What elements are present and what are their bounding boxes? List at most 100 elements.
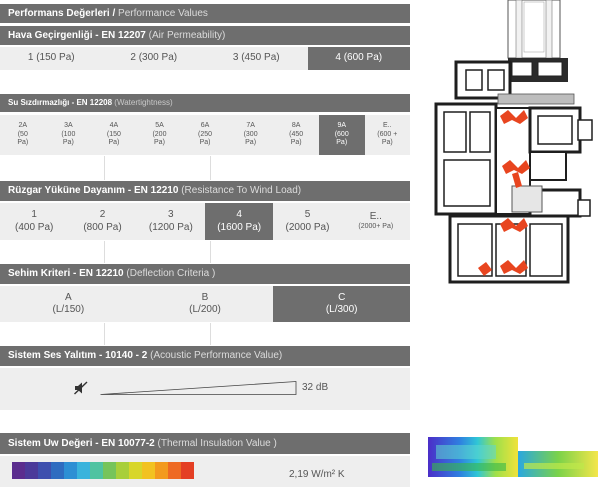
deflection-header: Sehim Kriteri - EN 12210 (Deflection Cri… [0,264,410,284]
water-option-pressure: (600 + Pa) [377,130,398,147]
water-option-label: 8A [291,122,301,130]
wind-option-label: 3 [168,209,174,220]
wind-option-3: 3 (1200 Pa) [137,203,205,240]
deflection-option-label: A [65,291,72,303]
thermal-simulation-image [428,437,598,477]
wind-option-5: 5 (2000 Pa) [273,203,341,240]
performance-title-en: Performance Values [118,7,208,19]
deflection-title-en: (Deflection Criteria ) [126,268,216,279]
wind-option-1: 1 (400 Pa) [0,203,68,240]
water-option-2a: 2A (50 Pa) [0,115,46,155]
thermal-color-scale [12,462,194,479]
water-option-label: 7A [246,122,255,130]
water-option-pressure: (250 Pa) [198,130,213,147]
thermal-scale-swatch [90,462,103,479]
thermal-title-en: (Thermal Insulation Value ) [157,437,277,449]
air-option-label: 2 (300 Pa) [130,52,178,64]
thermal-scale-swatch [142,462,155,479]
water-option-label: 5A [155,122,164,130]
connector-line [210,241,211,263]
deflection-option-ratio: (L/200) [189,304,221,315]
wind-load-options: 1 (400 Pa) 2 (800 Pa) 3 (1200 Pa) 4 (1600 Pa… [0,203,410,240]
connector-line [210,323,211,345]
thermal-scale-swatch [155,462,168,479]
thermal-scale-swatch [25,462,38,479]
thermal-scale-swatch [116,462,129,479]
deflection-option-ratio: (L/300) [325,304,358,315]
water-option-3a: 3A (100 Pa) [46,115,92,155]
thermal-scale-swatch [51,462,64,479]
water-option-pressure: (200 Pa) [152,130,167,147]
wind-title-en: (Resistance To Wind Load) [181,185,302,196]
water-option-e: E.. (600 + Pa) [365,115,411,155]
wind-option-e: E.. (2000+ Pa) [342,203,410,240]
wind-option-2: 2 (800 Pa) [68,203,136,240]
thermal-scale-swatch [168,462,181,479]
deflection-option-label: B [201,291,209,303]
water-option-8a: 8A (450 Pa) [273,115,319,155]
water-option-5a: 5A (200 Pa) [137,115,183,155]
air-option-1: 1 (150 Pa) [0,47,103,70]
water-option-label: 2A [18,122,28,130]
water-option-label: 9A [337,122,346,130]
water-option-pressure: (300 Pa) [243,130,258,147]
acoustic-title-en: (Acoustic Performance Value) [150,350,283,361]
connector-line [104,323,105,345]
acoustic-title-tr: Sistem Ses Yalıtım - 10140 - 2 [8,350,148,361]
thermal-header: Sistem Uw Değeri - EN 10077-2 (Thermal I… [0,433,410,454]
air-option-4-selected: 4 (600 Pa) [307,47,410,70]
deflection-title-tr: Sehim Kriteri - EN 12210 [8,268,124,279]
wind-option-pressure: (800 Pa) [83,221,122,233]
air-permeability-header: Hava Geçirgenliği - EN 12207 (Air Permea… [0,26,410,45]
air-option-label: 1 (150 Pa) [27,52,75,64]
thermal-scale-swatch [129,462,142,479]
wind-option-label: 1 [31,209,37,220]
wind-option-pressure: (1600 Pa) [217,221,262,233]
wind-load-header: Rüzgar Yüküne Dayanım - EN 12210 (Resist… [0,181,410,201]
wind-option-label: E.. [369,210,382,222]
water-title-tr: Su Sızdırmazlığı - EN 12208 [8,98,113,107]
water-title-en: (Watertightness) [114,98,173,107]
thermal-scale-swatch [103,462,116,479]
connector-line [104,156,105,180]
water-option-6a: 6A (250 Pa) [182,115,228,155]
water-option-pressure: (450 Pa) [289,130,304,147]
water-option-label: 3A [64,122,73,130]
wind-option-pressure: (2000+ Pa) [358,223,394,231]
thermal-scale-swatch [12,462,25,479]
wind-option-pressure: (2000 Pa) [285,221,330,233]
wind-option-4-selected: 4 (1600 Pa) [204,203,274,240]
deflection-option-label: C [338,291,346,303]
deflection-option-c-selected: C (L/300) [273,286,411,322]
water-option-label: 6A [200,122,210,130]
deflection-option-a: A (L/150) [0,286,137,322]
water-option-9a-selected: 9A (600 Pa) [318,115,365,155]
thermal-title-tr: Sistem Uw Değeri - EN 10077-2 [8,437,155,449]
acoustic-header: Sistem Ses Yalıtım - 10140 - 2 (Acoustic… [0,346,410,366]
wind-title-tr: Rüzgar Yüküne Dayanım - EN 12210 [8,185,179,196]
wind-option-label: 5 [304,209,311,220]
watertightness-header: Su Sızdırmazlığı - EN 12208 (Watertightn… [0,94,410,112]
muted-speaker-icon [74,381,88,395]
acoustic-value: 32 dB [302,382,329,393]
thermal-scale-swatch [64,462,77,479]
wind-option-pressure: (400 Pa) [14,221,54,233]
connector-line [104,241,105,263]
water-option-pressure: (600 Pa) [334,130,349,147]
wind-option-label: 4 [236,209,242,220]
deflection-option-b: B (L/200) [137,286,274,322]
thermal-scale-swatch [77,462,90,479]
acoustic-panel: 32 dB [0,368,410,410]
acoustic-level-wedge [100,381,297,395]
deflection-option-ratio: (L/150) [52,304,85,315]
deflection-options: A (L/150) B (L/200) C (L/300) [0,286,411,322]
performance-title-tr: Performans Değerleri / [8,7,116,19]
water-option-pressure: (150 Pa) [106,130,121,147]
water-option-7a: 7A (300 Pa) [228,115,274,155]
air-option-3: 3 (450 Pa) [205,47,308,70]
connector-line [210,156,211,180]
air-title-tr: Hava Geçirgenliği - EN 12207 [8,29,146,41]
air-permeability-options: 1 (150 Pa) 2 (300 Pa) 3 (450 Pa) 4 (600 … [0,47,410,70]
wind-option-pressure: (1200 Pa) [148,221,193,233]
thermal-value: 2,19 W/m² K [289,469,345,480]
